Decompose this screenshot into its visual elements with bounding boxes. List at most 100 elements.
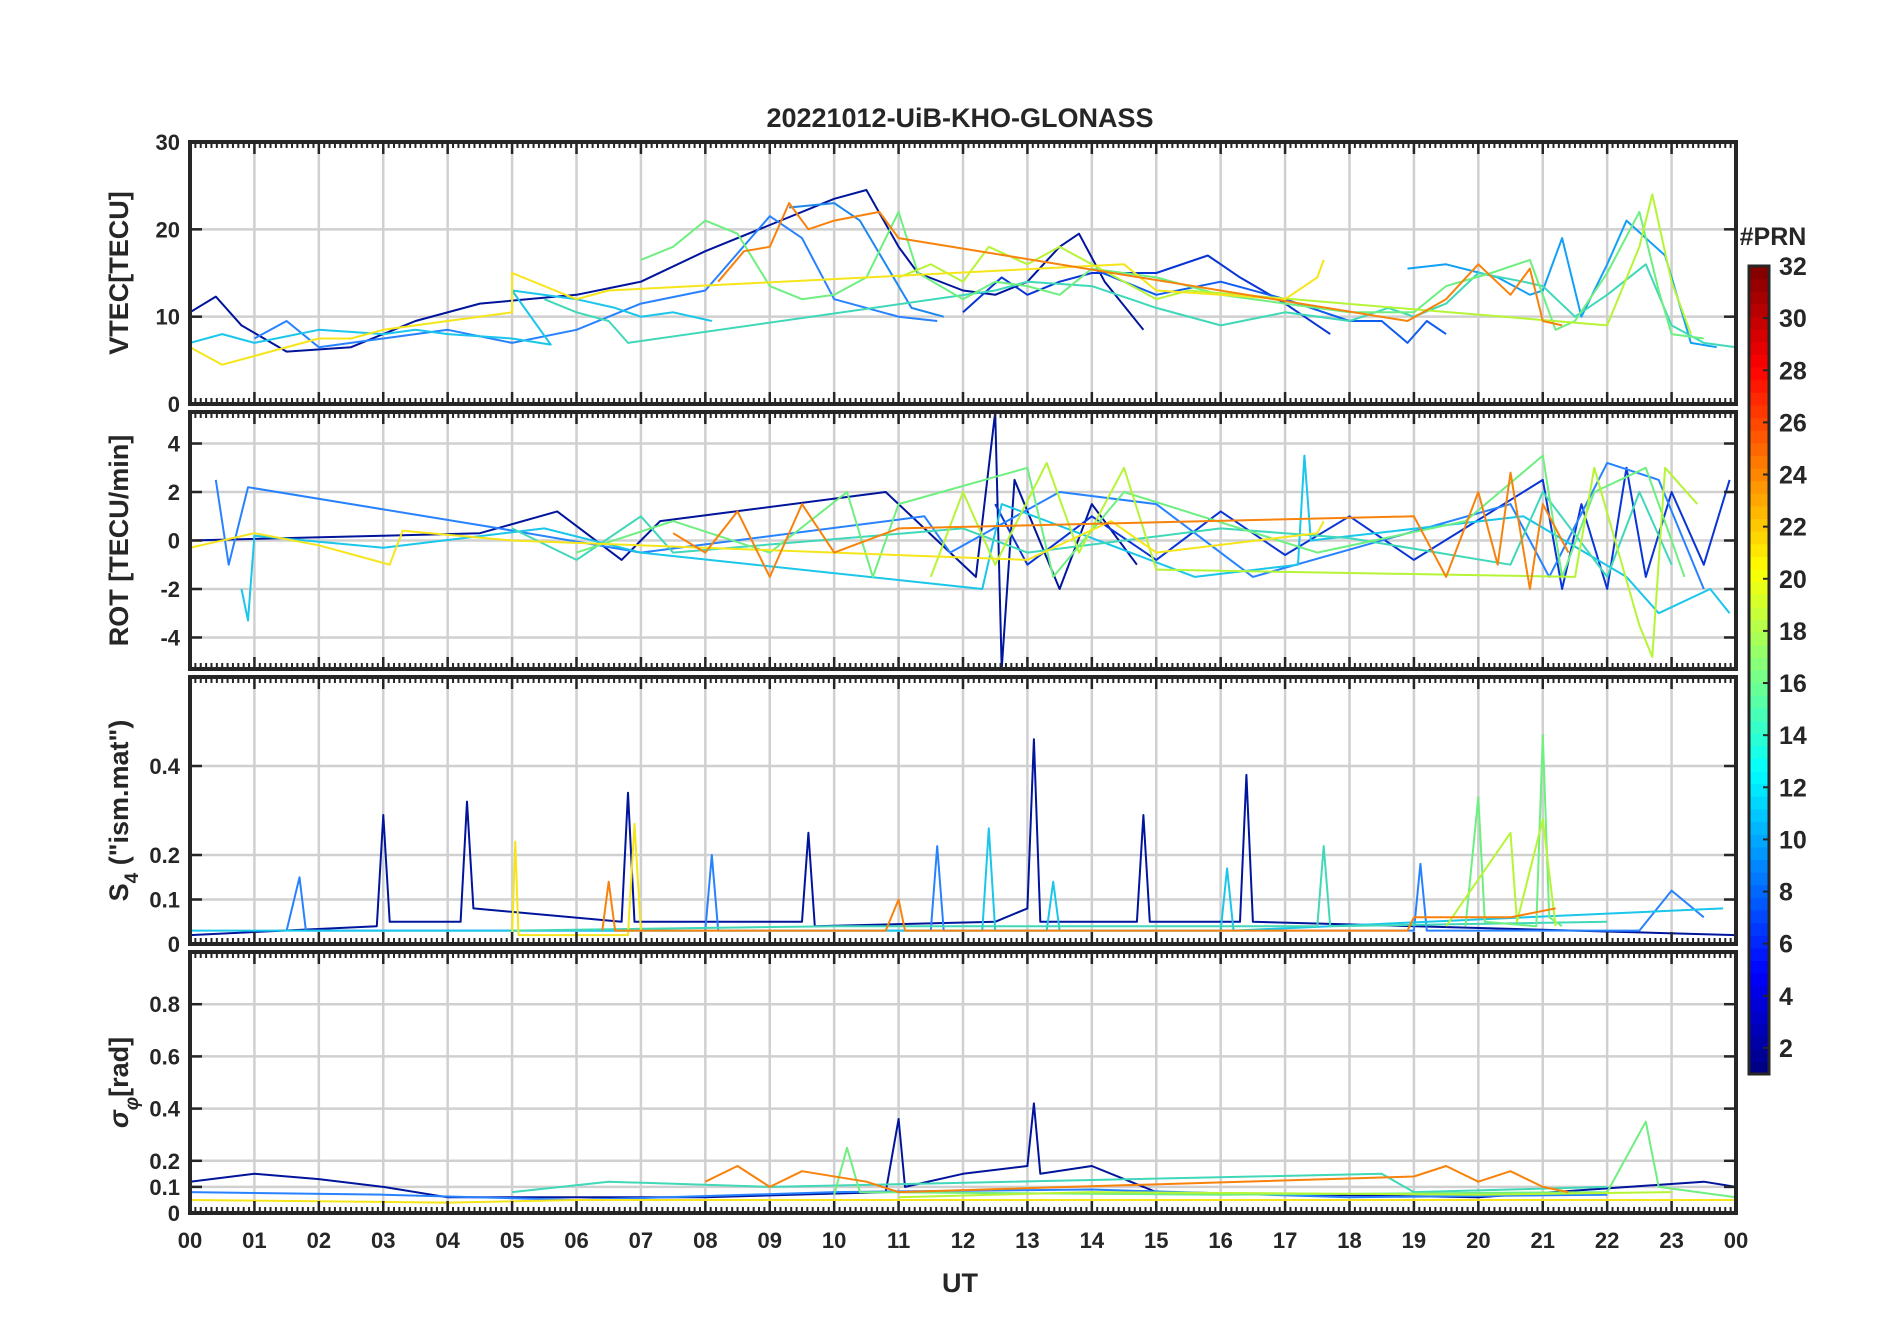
panel-vtec: 0 10 20 30 VTEC[TECU] xyxy=(104,130,1738,417)
y-tick-label: -4 xyxy=(160,625,180,650)
colorbar-segment xyxy=(1749,278,1769,292)
y-tick-label: 30 xyxy=(156,130,180,155)
colorbar-segment xyxy=(1749,796,1769,810)
y-axis-label: S4 ("ism.mat") xyxy=(104,720,143,902)
y-tick-label: 10 xyxy=(156,305,180,330)
x-tick-label: 20 xyxy=(1466,1228,1490,1253)
colorbar-segment xyxy=(1749,985,1769,999)
colorbar-tick-label: 8 xyxy=(1779,879,1793,907)
colorbar-segment xyxy=(1749,808,1769,823)
colorbar-segment xyxy=(1749,821,1769,835)
panel-sigma_phi: 00.10.2 0.4 0.6 0.8σφ[rad] xyxy=(104,950,1738,1226)
colorbar-segment xyxy=(1749,783,1769,797)
colorbar-segment xyxy=(1749,455,1769,469)
colorbar-segment xyxy=(1749,392,1769,406)
colorbar-segment xyxy=(1749,682,1769,696)
colorbar-segment xyxy=(1749,657,1769,671)
colorbar-tick-label: 32 xyxy=(1779,253,1807,281)
colorbar-segment xyxy=(1749,606,1769,621)
colorbar-segment xyxy=(1749,518,1769,532)
colorbar-tick-label: 30 xyxy=(1779,305,1807,333)
colorbar-segment xyxy=(1749,872,1769,886)
x-tick-label: 23 xyxy=(1659,1228,1683,1253)
y-tick-label: 0 xyxy=(168,392,180,417)
colorbar-segment xyxy=(1749,354,1769,368)
y-tick-label: 0.1 xyxy=(149,888,180,913)
colorbar-segment xyxy=(1749,922,1769,936)
colorbar-segment xyxy=(1749,644,1769,658)
colorbar-segment xyxy=(1749,442,1769,456)
panel-s4: 0 0.1 0.2 0.4S4 ("ism.mat") xyxy=(104,675,1738,957)
colorbar-segment xyxy=(1749,745,1769,759)
y-tick-label: 0 xyxy=(168,932,180,957)
colorbar-segment xyxy=(1749,404,1769,419)
colorbar-segment xyxy=(1749,897,1769,911)
x-tick-label: 06 xyxy=(564,1228,588,1253)
x-tick-label: 12 xyxy=(951,1228,975,1253)
colorbar-segment xyxy=(1749,430,1769,444)
colorbar-segment xyxy=(1749,569,1769,583)
colorbar-tick-label: 22 xyxy=(1779,514,1807,542)
y-tick-label: 0.2 xyxy=(149,1149,180,1174)
colorbar-segment xyxy=(1749,303,1769,318)
colorbar-segment xyxy=(1749,834,1769,848)
y-tick-label: 0.6 xyxy=(149,1044,180,1069)
colorbar-segment xyxy=(1749,581,1769,595)
y-axis-label: VTEC[TECU] xyxy=(104,191,134,355)
y-tick-label: -2 xyxy=(160,577,180,602)
figure: 20221012-UiB-KHO-GLONASS 0102030VTEC[TEC… xyxy=(104,103,1807,1298)
y-axis-label: ROT [TECU/min] xyxy=(104,435,134,646)
colorbar-segment xyxy=(1749,935,1769,949)
x-tick-label: 14 xyxy=(1080,1228,1105,1253)
colorbar-segment xyxy=(1749,341,1769,355)
colorbar-segment xyxy=(1749,543,1769,557)
colorbar-segment xyxy=(1749,758,1769,772)
colorbar-segment xyxy=(1749,556,1769,570)
colorbar-segment xyxy=(1749,329,1769,343)
colorbar-segment xyxy=(1749,707,1769,722)
colorbar-segment xyxy=(1749,771,1769,785)
colorbar-segment xyxy=(1749,947,1769,961)
y-tick-label: 0 xyxy=(168,1201,180,1226)
panels: 0102030VTEC[TECU]-4-2024ROT [TECU/min]00… xyxy=(104,130,1738,1226)
y-tick-label: 2 xyxy=(168,480,180,505)
x-tick-label: 05 xyxy=(500,1228,524,1253)
y-tick-label: 0.4 xyxy=(149,1097,180,1122)
colorbar-tick-label: 26 xyxy=(1779,409,1807,437)
x-tick-label: 21 xyxy=(1531,1228,1555,1253)
x-tick-label: 08 xyxy=(693,1228,717,1253)
colorbar-tick-label: 14 xyxy=(1779,722,1807,750)
colorbar-tick-label: 4 xyxy=(1779,983,1793,1011)
x-tick-label: 11 xyxy=(887,1228,910,1253)
colorbar-segment xyxy=(1749,846,1769,860)
y-tick-label: 4 xyxy=(168,432,181,457)
colorbar-segment xyxy=(1749,632,1769,646)
y-axis-label: σφ[rad] xyxy=(104,1037,143,1128)
chart-title: 20221012-UiB-KHO-GLONASS xyxy=(766,103,1153,133)
colorbar-tick-label: 10 xyxy=(1779,826,1807,854)
colorbar-segment xyxy=(1749,480,1769,494)
colorbar-segment xyxy=(1749,670,1769,684)
colorbar-segment xyxy=(1749,998,1769,1012)
y-tick-label: 0 xyxy=(168,529,180,554)
colorbar-segment xyxy=(1749,695,1769,709)
y-tick-label: 0.2 xyxy=(149,843,180,868)
x-tick-label: 00 xyxy=(178,1228,202,1253)
x-tick-label: 19 xyxy=(1402,1228,1426,1253)
colorbar-segment xyxy=(1749,291,1769,305)
y-tick-label: 0.8 xyxy=(149,992,180,1017)
x-tick-label: 09 xyxy=(758,1228,782,1253)
colorbar-tick-label: 16 xyxy=(1779,670,1807,698)
colorbar-segment xyxy=(1749,1010,1769,1025)
colorbar-tick-label: 2 xyxy=(1779,1035,1793,1063)
y-tick-label: 20 xyxy=(156,217,180,242)
x-axis: 00 01 02 03 04 05 06 07 08 09 10 11 12 13 14 15 16 17 18 19… xyxy=(178,1228,1748,1253)
colorbar-tick-label: 12 xyxy=(1779,774,1807,802)
colorbar-segment xyxy=(1749,859,1769,873)
colorbar-segment xyxy=(1749,367,1769,381)
x-tick-label: 01 xyxy=(242,1228,266,1253)
colorbar-tick-label: 6 xyxy=(1779,931,1793,959)
x-tick-label: 04 xyxy=(435,1228,460,1253)
colorbar-segment xyxy=(1749,960,1769,974)
x-tick-label: 18 xyxy=(1337,1228,1361,1253)
